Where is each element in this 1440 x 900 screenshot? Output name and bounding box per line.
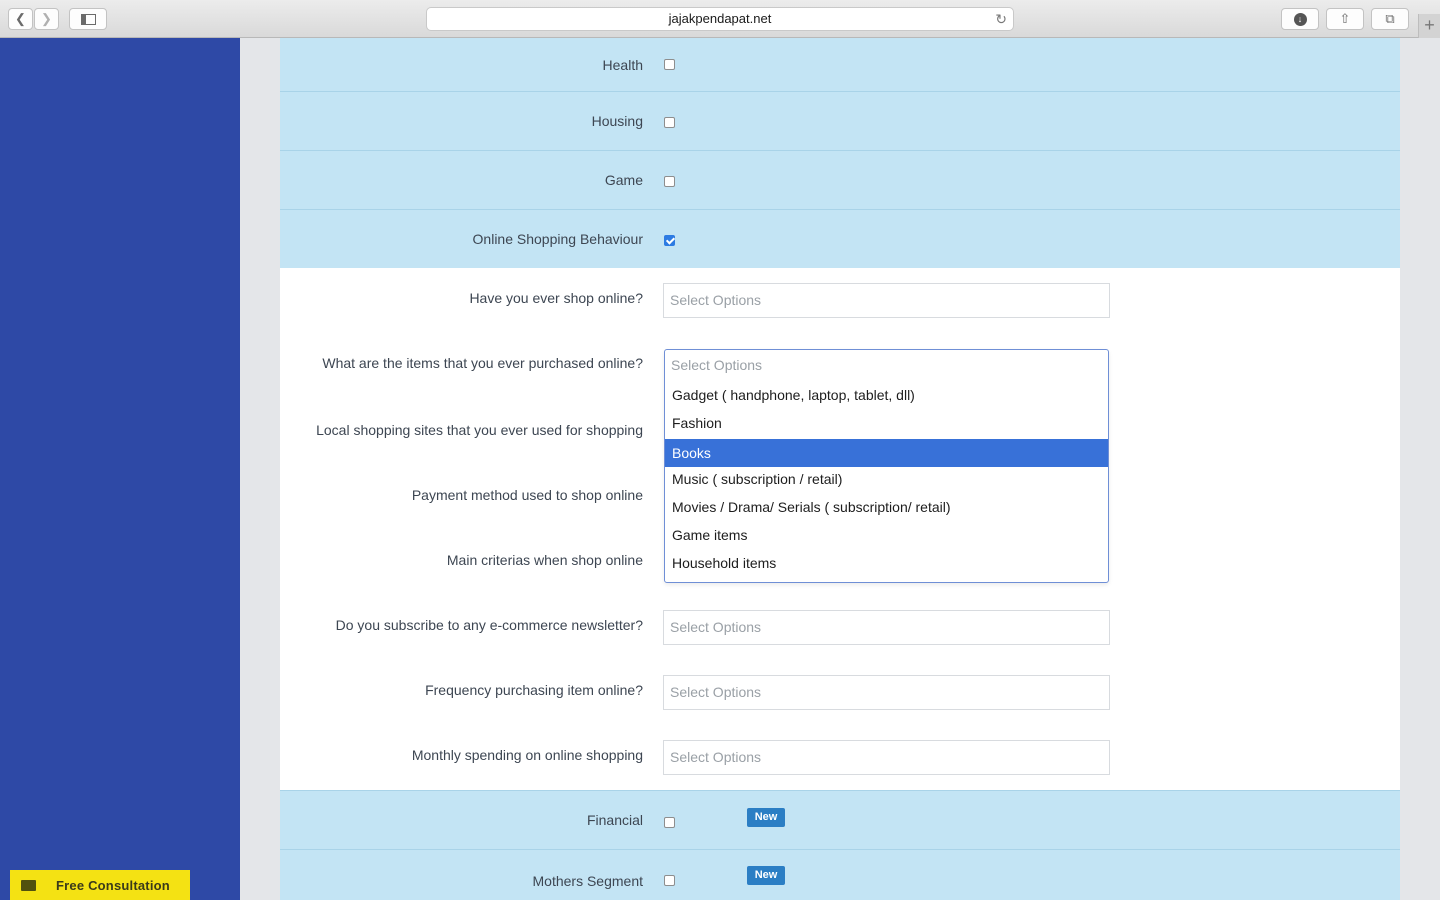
select-placeholder: Select Options bbox=[670, 619, 762, 635]
plus-icon: + bbox=[1424, 15, 1435, 35]
downloads-button[interactable]: ↓ bbox=[1281, 8, 1319, 30]
category-row-health: Health bbox=[280, 38, 1400, 92]
select-placeholder: Select Options bbox=[670, 749, 762, 765]
new-badge: New bbox=[747, 866, 785, 885]
items-purchased-dropdown[interactable]: Select Options Gadget ( handphone, lapto… bbox=[664, 349, 1109, 583]
question-label: Main criterias when shop online bbox=[446, 552, 643, 568]
category-row-mothers-segment: Mothers Segment New bbox=[280, 850, 1400, 900]
dropdown-option[interactable]: Music ( subscription / retail) bbox=[665, 465, 1108, 493]
reload-icon[interactable]: ↻ bbox=[995, 8, 1007, 30]
dropdown-option-highlighted[interactable]: Books bbox=[665, 439, 1108, 467]
new-badge: New bbox=[747, 808, 785, 827]
question-label: Monthly spending on online shopping bbox=[411, 747, 643, 763]
select-monthly-spending[interactable]: Select Options bbox=[663, 740, 1110, 775]
sidebar-toggle-button[interactable] bbox=[69, 8, 107, 30]
dropdown-option[interactable]: Fashion bbox=[665, 409, 1108, 437]
select-placeholder: Select Options bbox=[670, 684, 762, 700]
category-row-online-shopping: Online Shopping Behaviour bbox=[280, 210, 1400, 268]
dropdown-placeholder: Select Options bbox=[671, 357, 763, 373]
select-placeholder: Select Options bbox=[670, 292, 762, 308]
select-frequency[interactable]: Select Options bbox=[663, 675, 1110, 710]
question-label: Frequency purchasing item online? bbox=[425, 682, 643, 698]
sidebar bbox=[0, 38, 240, 900]
category-label: Mothers Segment bbox=[532, 873, 644, 889]
free-consultation-button[interactable]: Free Consultation bbox=[10, 870, 190, 900]
mail-icon bbox=[10, 870, 46, 900]
question-label: Do you subscribe to any e-commerce newsl… bbox=[335, 617, 643, 633]
dropdown-option[interactable]: Household items bbox=[665, 549, 1108, 577]
new-tab-button[interactable]: + bbox=[1418, 14, 1440, 38]
category-checkbox[interactable] bbox=[664, 59, 675, 70]
back-button[interactable]: ❮ bbox=[8, 8, 33, 30]
tabs-overview-button[interactable]: ⧉ bbox=[1371, 8, 1409, 30]
dropdown-option[interactable]: Movies / Drama/ Serials ( subscription/ … bbox=[665, 493, 1108, 521]
select-shop-online[interactable]: Select Options bbox=[663, 283, 1110, 318]
category-label: Online Shopping Behaviour bbox=[472, 231, 643, 247]
dropdown-option[interactable]: Gadget ( handphone, laptop, tablet, dll) bbox=[665, 381, 1108, 409]
question-label: Payment method used to shop online bbox=[411, 487, 643, 503]
category-checkbox[interactable] bbox=[664, 117, 675, 128]
share-icon: ⇧ bbox=[1339, 11, 1351, 26]
question-label: What are the items that you ever purchas… bbox=[322, 355, 643, 371]
download-icon: ↓ bbox=[1293, 12, 1307, 26]
forward-button[interactable]: ❯ bbox=[34, 8, 59, 30]
free-consultation-label: Free Consultation bbox=[56, 877, 170, 893]
dropdown-option[interactable]: Game items bbox=[665, 521, 1108, 549]
address-bar[interactable]: jajakpendapat.net ↻ bbox=[426, 7, 1014, 31]
category-row-game: Game bbox=[280, 151, 1400, 210]
share-button[interactable]: ⇧ bbox=[1326, 8, 1364, 30]
category-row-financial: Financial New bbox=[280, 790, 1400, 850]
browser-toolbar: ❮ ❯ jajakpendapat.net ↻ ↓ ⇧ ⧉ + bbox=[0, 0, 1440, 38]
back-icon: ❮ bbox=[15, 11, 26, 26]
category-row-housing: Housing bbox=[280, 92, 1400, 151]
sidebar-icon bbox=[80, 13, 96, 25]
category-label: Financial bbox=[586, 812, 643, 828]
category-checkbox[interactable] bbox=[664, 875, 675, 886]
question-label: Have you ever shop online? bbox=[469, 290, 643, 306]
question-label: Local shopping sites that you ever used … bbox=[316, 422, 643, 438]
category-label: Health bbox=[602, 56, 643, 73]
category-checkbox[interactable] bbox=[664, 235, 675, 246]
tabs-icon: ⧉ bbox=[1385, 11, 1395, 26]
forward-icon: ❯ bbox=[41, 11, 52, 26]
url-text: jajakpendapat.net bbox=[668, 11, 772, 26]
select-newsletter[interactable]: Select Options bbox=[663, 610, 1110, 645]
category-label: Housing bbox=[591, 113, 643, 129]
category-label: Game bbox=[604, 172, 643, 188]
category-checkbox[interactable] bbox=[664, 176, 675, 187]
category-checkbox[interactable] bbox=[664, 817, 675, 828]
